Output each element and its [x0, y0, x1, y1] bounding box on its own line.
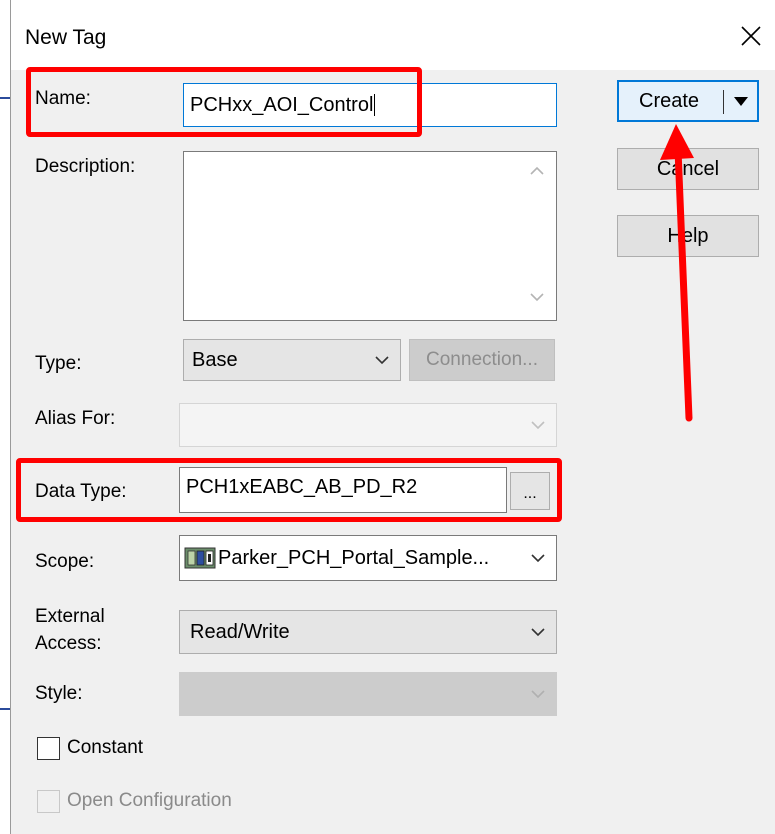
chevron-down-icon: [531, 554, 545, 563]
constant-checkbox[interactable]: [37, 737, 60, 760]
alias-for-label: Alias For:: [35, 408, 116, 429]
dropdown-arrow-icon[interactable]: [733, 95, 749, 107]
name-highlight-box: [26, 67, 422, 137]
open-configuration-checkbox[interactable]: [37, 790, 60, 813]
type-label: Type:: [35, 353, 82, 374]
constant-label: Constant: [67, 737, 144, 758]
background-line-bottom: [0, 708, 10, 710]
create-split-divider: [723, 90, 724, 114]
title-bar: New Tag: [11, 0, 775, 70]
close-icon[interactable]: [739, 24, 763, 48]
description-label: Description:: [35, 156, 136, 177]
scope-value: Parker_PCH_Portal_Sample...: [218, 546, 490, 569]
chevron-down-icon: [531, 421, 545, 430]
style-label: Style:: [35, 683, 83, 704]
dialog-title: New Tag: [25, 26, 107, 49]
data-type-highlight-box: [16, 458, 562, 522]
help-button[interactable]: Help: [617, 215, 759, 257]
external-access-value: Read/Write: [190, 620, 290, 643]
external-access-select[interactable]: Read/Write: [179, 610, 557, 654]
style-select[interactable]: [179, 672, 557, 716]
chevron-down-icon: [531, 628, 545, 637]
type-value: Base: [192, 348, 238, 371]
chevron-down-icon: [375, 356, 389, 365]
scroll-up-icon[interactable]: [529, 165, 545, 177]
scroll-down-icon[interactable]: [529, 291, 545, 303]
background-line-top: [0, 97, 10, 99]
create-label: Create: [639, 89, 700, 112]
new-tag-dialog: New Tag Name: PCHxx_AOI_Control Descript…: [10, 0, 775, 834]
create-button[interactable]: Create: [617, 80, 759, 122]
external-access-label-line2: Access:: [35, 633, 102, 654]
chevron-down-icon: [531, 690, 545, 699]
open-configuration-label: Open Configuration: [67, 790, 232, 811]
type-select[interactable]: Base: [183, 339, 401, 381]
description-input[interactable]: [183, 151, 557, 321]
connection-button[interactable]: Connection...: [409, 339, 555, 381]
scope-label: Scope:: [35, 551, 95, 572]
alias-for-select[interactable]: [179, 403, 557, 447]
scope-select[interactable]: Parker_PCH_Portal_Sample...: [179, 535, 557, 581]
cancel-button[interactable]: Cancel: [617, 148, 759, 190]
external-access-label-line1: External: [35, 606, 105, 627]
controller-icon: [184, 547, 216, 569]
